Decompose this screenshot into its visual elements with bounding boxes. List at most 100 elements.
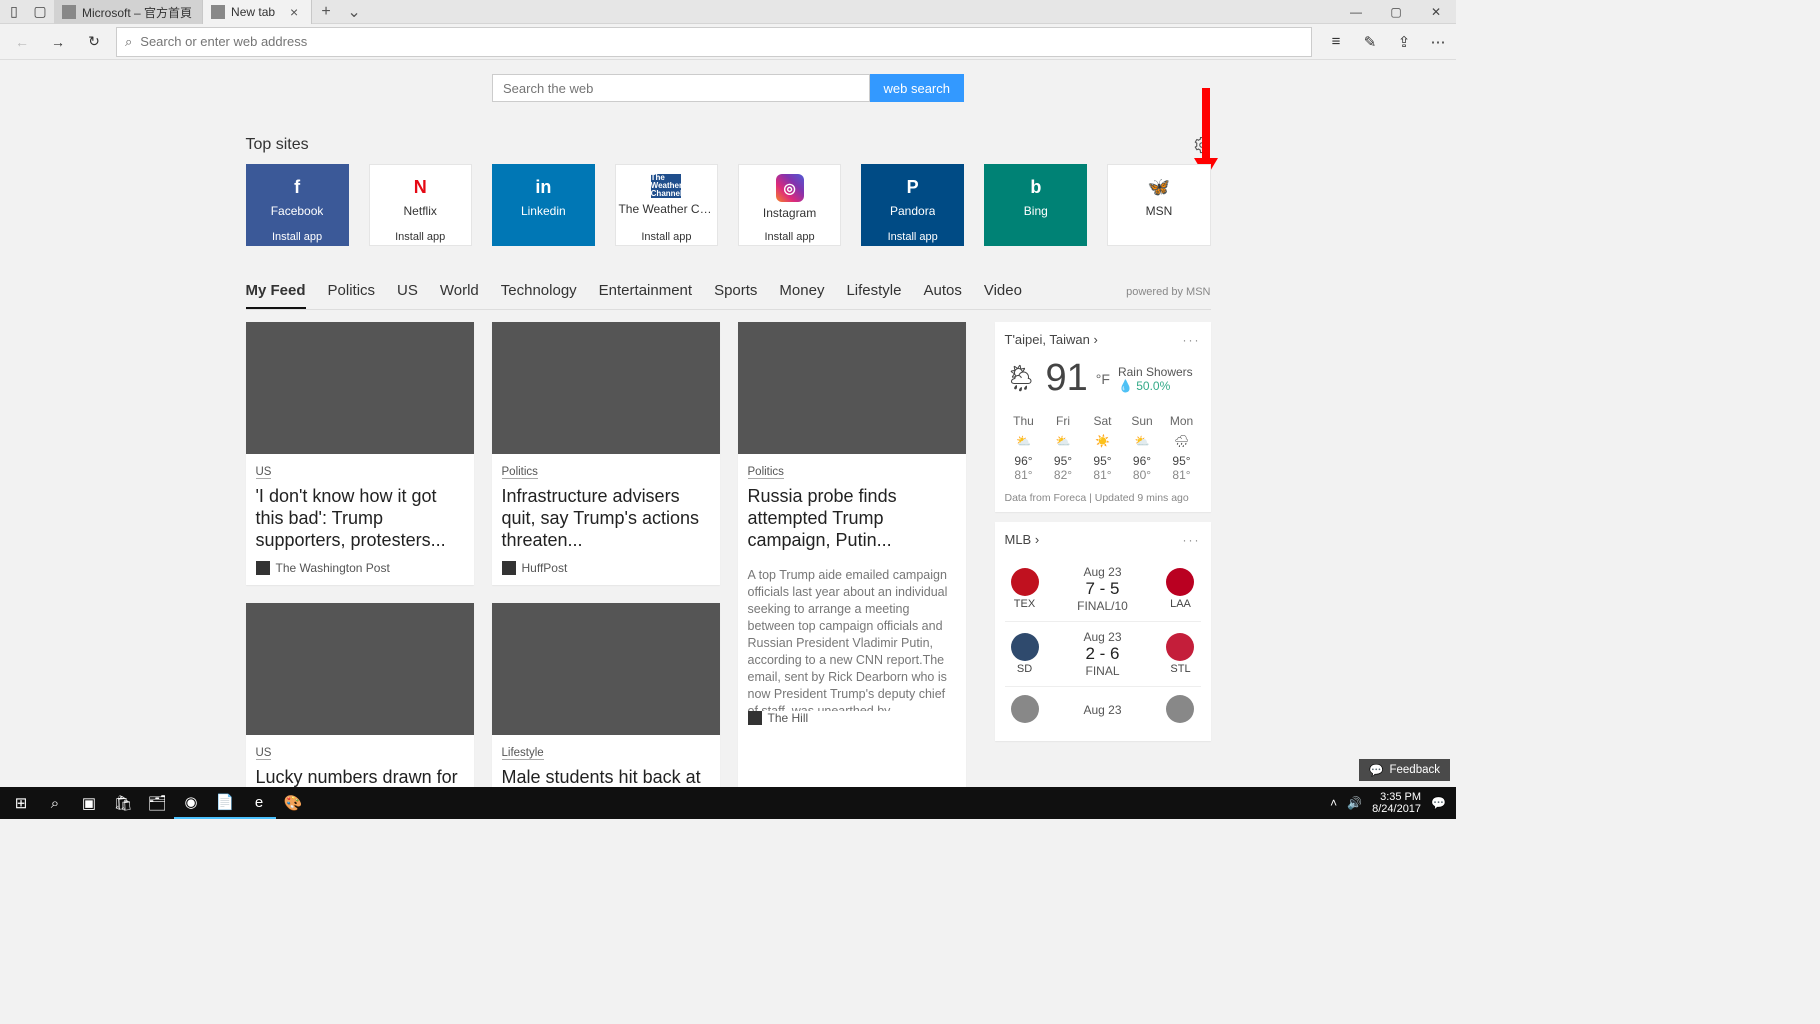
mlb-menu-icon[interactable]: ··· xyxy=(1183,533,1201,547)
taskbar-store-icon[interactable]: 🛍 xyxy=(106,787,140,819)
feed-tab[interactable]: Technology xyxy=(501,282,577,309)
tabs-preview-icon[interactable]: ▢ xyxy=(30,2,50,22)
card-category[interactable]: Politics xyxy=(502,466,538,479)
address-bar[interactable]: ⌕ xyxy=(116,27,1312,57)
tray-notifications-icon[interactable]: 💬 xyxy=(1431,796,1446,810)
card-category[interactable]: US xyxy=(256,466,272,479)
feed-tab[interactable]: Entertainment xyxy=(599,282,692,309)
mlb-panel[interactable]: MLB › ··· TEX Aug 237 - 5FINAL/10 LAASD … xyxy=(995,522,1211,741)
close-icon[interactable]: × xyxy=(287,5,301,19)
news-card[interactable]: US 'I don't know how it got this bad': T… xyxy=(246,322,474,585)
mlb-game[interactable]: TEX Aug 237 - 5FINAL/10 LAA xyxy=(1005,557,1201,621)
forecast-day[interactable]: Sun ⛅ 96° 80° xyxy=(1123,414,1161,482)
tile-label: Facebook xyxy=(271,204,324,218)
feed-tab[interactable]: US xyxy=(397,282,418,309)
feed-tab[interactable]: World xyxy=(440,282,479,309)
topsite-tile[interactable]: N Netflix Install app xyxy=(369,164,472,246)
weather-condition: Rain Showers xyxy=(1118,365,1193,379)
taskbar-notepad-icon[interactable]: 📄 xyxy=(208,787,242,819)
minimize-button[interactable]: — xyxy=(1336,0,1376,23)
topsite-tile[interactable]: ◎ Instagram Install app xyxy=(738,164,841,246)
web-search-input[interactable] xyxy=(492,74,870,102)
reading-list-icon[interactable]: ≡ xyxy=(1326,32,1346,52)
maximize-button[interactable]: ▢ xyxy=(1376,0,1416,23)
topsite-tile[interactable]: in Linkedin xyxy=(492,164,595,246)
browser-tab[interactable]: New tab × xyxy=(203,0,312,24)
forecast-day[interactable]: Fri ⛅ 95° 82° xyxy=(1044,414,1082,482)
card-category[interactable]: US xyxy=(256,747,272,760)
topsite-tile[interactable]: 🦋 MSN xyxy=(1107,164,1210,246)
weather-temp: 91 xyxy=(1046,357,1088,400)
forecast-day[interactable]: Sat ☀️ 95° 81° xyxy=(1084,414,1122,482)
feed-tab[interactable]: Politics xyxy=(328,282,376,309)
topsite-tile[interactable]: b Bing xyxy=(984,164,1087,246)
new-tab-button[interactable]: + xyxy=(312,0,340,23)
tray-chevron-icon[interactable]: ˄ xyxy=(1330,796,1337,810)
taskbar-explorer-icon[interactable]: 🗂 xyxy=(140,787,174,819)
install-app-link[interactable]: Install app xyxy=(764,231,814,243)
news-card[interactable]: US Lucky numbers drawn for $700M Powerba… xyxy=(246,603,474,787)
address-input[interactable] xyxy=(140,34,1303,49)
tab-actions-icon[interactable]: ⌄ xyxy=(340,0,368,23)
team-abbr: LAA xyxy=(1170,598,1191,610)
game-status: FINAL/10 xyxy=(1077,599,1128,613)
forecast-icon: ⛅ xyxy=(1044,434,1082,448)
notes-icon[interactable]: ✎ xyxy=(1360,32,1380,52)
taskbar-chrome-icon[interactable]: ◉ xyxy=(174,787,208,819)
topsite-tile[interactable]: The Weather Channel The Weather Cha... I… xyxy=(615,164,718,246)
task-view-icon[interactable]: ▣ xyxy=(72,787,106,819)
mlb-game[interactable]: Aug 23 xyxy=(1005,686,1201,733)
more-icon[interactable]: ⋯ xyxy=(1428,32,1448,52)
feedback-label: Feedback xyxy=(1389,764,1440,776)
taskbar: ⊞ ⌕ ▣ 🛍 🗂 ◉ 📄 e 🎨 ˄ 🔊 3:35 PM 8/24/2017 … xyxy=(0,787,1456,819)
weather-panel[interactable]: T'aipei, Taiwan › ··· 🌦 91 °F Rain Showe… xyxy=(995,322,1211,512)
tile-icon: The Weather Channel xyxy=(651,174,681,198)
back-button[interactable]: ← xyxy=(8,28,36,56)
team-logo xyxy=(1011,695,1039,723)
forward-button[interactable]: → xyxy=(44,28,72,56)
install-app-link[interactable]: Install app xyxy=(272,231,322,243)
topsite-tile[interactable]: f Facebook Install app xyxy=(246,164,349,246)
feed-tab[interactable]: Lifestyle xyxy=(846,282,901,309)
set-tabs-aside-icon[interactable]: ▯ xyxy=(4,2,24,22)
feed-tab[interactable]: Video xyxy=(984,282,1022,309)
topsite-tile[interactable]: P Pandora Install app xyxy=(861,164,964,246)
forecast-day[interactable]: Thu ⛅ 96° 81° xyxy=(1005,414,1043,482)
feed-tab[interactable]: My Feed xyxy=(246,282,306,309)
install-app-link[interactable]: Install app xyxy=(888,231,938,243)
news-card[interactable]: Politics Russia probe finds attempted Tr… xyxy=(738,322,966,787)
install-app-link[interactable]: Install app xyxy=(641,231,691,243)
refresh-button[interactable]: ↻ xyxy=(80,28,108,56)
news-card[interactable]: Lifestyle Male students hit back at scho… xyxy=(492,603,720,787)
feedback-button[interactable]: 💬 Feedback xyxy=(1359,759,1450,781)
start-button[interactable]: ⊞ xyxy=(4,787,38,819)
install-app-link[interactable]: Install app xyxy=(395,231,445,243)
taskbar-search-icon[interactable]: ⌕ xyxy=(38,787,72,819)
gear-icon[interactable] xyxy=(1193,136,1211,154)
feed-tab[interactable]: Autos xyxy=(923,282,961,309)
card-headline: Male students hit back at school's 'sexi… xyxy=(502,766,710,787)
news-card[interactable]: Politics Infrastructure advisers quit, s… xyxy=(492,322,720,585)
game-status: FINAL xyxy=(1083,664,1121,678)
source-icon xyxy=(256,561,270,575)
taskbar-edge-icon[interactable]: e xyxy=(242,787,276,819)
tile-label: Bing xyxy=(1024,204,1048,218)
weather-menu-icon[interactable]: ··· xyxy=(1183,333,1201,347)
web-search-button[interactable]: web search xyxy=(870,74,964,102)
taskbar-clock[interactable]: 3:35 PM 8/24/2017 xyxy=(1372,791,1421,815)
team-abbr: TEX xyxy=(1014,598,1035,610)
taskbar-paint-icon[interactable]: 🎨 xyxy=(276,787,310,819)
card-image xyxy=(492,322,720,454)
forecast-day[interactable]: Mon 🌧 95° 81° xyxy=(1163,414,1201,482)
feed-tab[interactable]: Money xyxy=(779,282,824,309)
card-category[interactable]: Politics xyxy=(748,466,784,479)
close-button[interactable]: ✕ xyxy=(1416,0,1456,23)
source-icon xyxy=(748,711,762,725)
tray-volume-icon[interactable]: 🔊 xyxy=(1347,796,1362,810)
mlb-game[interactable]: SD Aug 232 - 6FINAL STL xyxy=(1005,621,1201,686)
card-category[interactable]: Lifestyle xyxy=(502,747,544,760)
browser-tab[interactable]: Microsoft – 官方首頁 xyxy=(54,0,203,24)
share-icon[interactable]: ⇪ xyxy=(1394,32,1414,52)
feed-tab[interactable]: Sports xyxy=(714,282,757,309)
card-source: HuffPost xyxy=(522,561,568,575)
